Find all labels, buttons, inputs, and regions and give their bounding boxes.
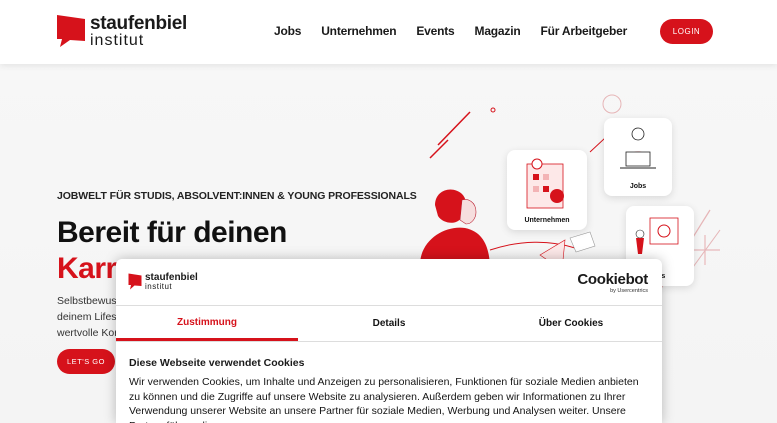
cookie-logo-subtitle: institut xyxy=(145,282,173,291)
cookie-consent-dialog: staufenbiel institut Cookiebot by Userce… xyxy=(116,259,662,423)
cookie-tabs: Zustimmung Details Über Cookies xyxy=(116,305,662,342)
logo-flag-icon xyxy=(57,15,85,47)
cookiebot-title: Cookiebot xyxy=(577,271,648,288)
nav-jobs[interactable]: Jobs xyxy=(274,24,301,38)
cookie-dialog-logo: staufenbiel institut xyxy=(128,273,198,291)
nav-unternehmen[interactable]: Unternehmen xyxy=(321,24,396,38)
hero-eyebrow: JOBWELT FÜR STUDIS, ABSOLVENT:INNEN & YO… xyxy=(57,190,417,202)
tab-ueber-cookies[interactable]: Über Cookies xyxy=(480,306,662,341)
tab-zustimmung[interactable]: Zustimmung xyxy=(116,306,298,341)
desc-line-2: deinem Lifes xyxy=(57,311,117,323)
building-icon xyxy=(526,158,564,209)
main-nav: Jobs Unternehmen Events Magazin Für Arbe… xyxy=(274,24,647,38)
nav-magazin[interactable]: Magazin xyxy=(475,24,521,38)
card-unternehmen[interactable]: Unternehmen xyxy=(507,150,587,230)
logo-wordmark: staufenbiel xyxy=(90,13,187,34)
login-button[interactable]: LOGIN xyxy=(660,19,713,44)
card-jobs-label: Jobs xyxy=(629,183,647,190)
site-header: staufenbiel institut Jobs Unternehmen Ev… xyxy=(0,0,777,64)
logo-subtitle: institut xyxy=(90,32,145,49)
desc-line-1: Selbstbewus xyxy=(57,295,117,307)
nav-events[interactable]: Events xyxy=(416,24,454,38)
headline-line-1: Bereit für deinen xyxy=(57,216,287,249)
cookiebot-branding[interactable]: Cookiebot by Usercentrics xyxy=(577,271,648,294)
lets-go-button[interactable]: LET'S GO xyxy=(57,349,115,374)
cookiebot-subtitle: by Usercentrics xyxy=(610,288,648,294)
nav-fuer-arbeitgeber[interactable]: Für Arbeitgeber xyxy=(540,24,627,38)
tab-details[interactable]: Details xyxy=(298,306,480,341)
desc-line-3: wertvolle Kor xyxy=(57,327,117,339)
card-unternehmen-label: Unternehmen xyxy=(524,217,570,224)
cookie-heading: Diese Webseite verwendet Cookies xyxy=(129,357,305,369)
presentation-icon xyxy=(635,217,679,254)
hero-description: Selbstbewus deinem Lifes wertvolle Kor xyxy=(57,293,117,341)
cookie-body-text: Wir verwenden Cookies, um Inhalte und An… xyxy=(129,376,639,423)
card-jobs[interactable]: Jobs xyxy=(604,118,672,196)
laptop-person-icon xyxy=(620,127,656,169)
logo-flag-icon xyxy=(128,273,142,290)
staufenbiel-logo[interactable]: staufenbiel institut xyxy=(56,14,187,49)
